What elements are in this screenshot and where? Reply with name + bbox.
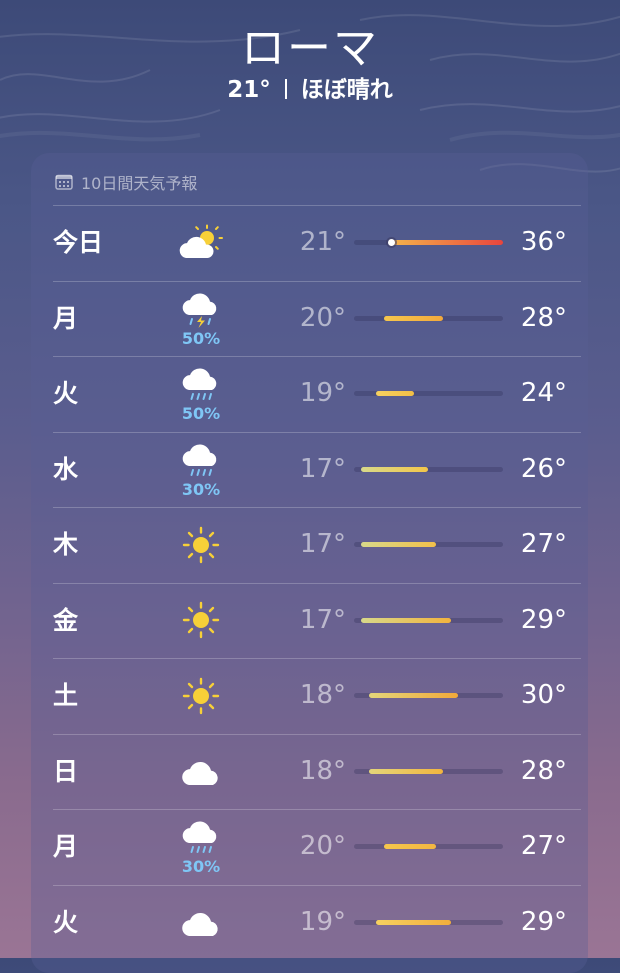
condition-text: ほぼ晴れ [300, 77, 393, 103]
calendar-icon [55, 174, 73, 190]
ten-day-forecast-panel[interactable]: 10日間天気予報 今日 21° 36° 月 50% 20° 28° 火 50% 19° 24°… [31, 153, 588, 973]
temperature-range-bar [354, 466, 503, 472]
forecast-row[interactable]: 木 17° 27° [31, 507, 588, 582]
current-conditions: 21° ほぼ晴れ [0, 70, 620, 104]
temperature-range-fill [383, 315, 444, 321]
high-temperature: 29° [520, 906, 567, 937]
low-temperature: 17° [299, 604, 346, 635]
day-label: 火 [53, 907, 79, 937]
day-label: 今日 [53, 228, 104, 257]
temperature-range-bar [354, 239, 503, 246]
forecast-row[interactable]: 日 18° 28° [31, 734, 588, 809]
day-label: 水 [53, 454, 79, 484]
high-temperature: 30° [520, 680, 567, 710]
high-temperature: 28° [520, 755, 567, 786]
temperature-range-fill [361, 617, 451, 623]
sun-icon [171, 658, 231, 733]
separator [284, 79, 287, 99]
low-temperature: 19° [299, 906, 346, 937]
day-label: 木 [53, 530, 79, 559]
day-label: 日 [53, 756, 79, 786]
forecast-row[interactable]: 火 19° 29° [31, 885, 588, 960]
precipitation-chance: 50% [181, 404, 221, 423]
forecast-row[interactable]: 土 18° 30° [31, 658, 588, 733]
high-temperature: 28° [520, 302, 567, 333]
low-temperature: 17° [299, 453, 346, 484]
forecast-row[interactable]: 火 50% 19° 24° [31, 356, 588, 431]
forecast-row[interactable]: 水 30% 17° 26° [31, 432, 588, 507]
cloud-icon [171, 734, 231, 809]
day-label: 月 [53, 303, 79, 333]
low-temperature: 17° [299, 529, 346, 559]
temperature-range-bar [354, 919, 503, 925]
temperature-range-fill [383, 844, 436, 849]
temperature-range-bar [354, 768, 503, 774]
temperature-range-fill [361, 466, 429, 472]
low-temperature: 20° [299, 302, 346, 333]
high-temperature: 29° [520, 604, 567, 635]
rain-icon: 30% [171, 809, 231, 884]
temperature-range-bar [354, 617, 503, 623]
temperature-range-fill [368, 693, 459, 698]
rain-icon: 50% [171, 356, 231, 431]
high-temperature: 27° [520, 831, 567, 861]
low-temperature: 18° [299, 680, 346, 710]
day-label: 月 [53, 832, 79, 861]
forecast-title: 10日間天気予報 [81, 174, 198, 193]
day-label: 金 [53, 605, 79, 635]
temperature-range-bar [354, 315, 503, 321]
high-temperature: 24° [520, 378, 567, 408]
sun-icon [171, 507, 231, 582]
forecast-row[interactable]: 月 30% 20° 27° [31, 809, 588, 884]
day-label: 土 [53, 681, 79, 710]
day-label: 火 [53, 379, 79, 408]
city-name: ローマ [241, 23, 379, 74]
temperature-range-fill [376, 919, 451, 925]
current-temperature: 21° [227, 77, 271, 103]
temperature-range-bar [354, 391, 503, 396]
cloud-icon [171, 885, 231, 960]
sun-icon [171, 583, 231, 658]
temperature-range-bar [354, 693, 503, 698]
temperature-range-bar [354, 844, 503, 849]
low-temperature: 21° [299, 227, 346, 257]
precipitation-chance: 30% [181, 479, 221, 499]
forecast-row[interactable]: 今日 21° 36° [31, 205, 588, 280]
forecast-header: 10日間天気予報 [55, 170, 197, 194]
thunderstorm-icon: 50% [171, 281, 231, 356]
rain-icon: 30% [171, 432, 231, 507]
forecast-row[interactable]: 月 50% 20° 28° [31, 281, 588, 356]
high-temperature: 27° [520, 529, 567, 559]
low-temperature: 19° [299, 378, 346, 408]
temperature-range-bar [354, 542, 503, 547]
temperature-range-fill [361, 542, 436, 547]
low-temperature: 20° [299, 831, 346, 861]
high-temperature: 26° [520, 453, 567, 484]
precipitation-chance: 30% [181, 857, 221, 876]
high-temperature: 36° [520, 227, 567, 257]
forecast-row[interactable]: 金 17° 29° [31, 583, 588, 658]
temperature-range-fill [368, 768, 444, 774]
precipitation-chance: 50% [181, 328, 221, 348]
temperature-range-fill [376, 391, 414, 396]
low-temperature: 18° [299, 755, 346, 786]
temperature-range-fill [391, 240, 503, 245]
partly-cloudy-icon [171, 205, 231, 280]
